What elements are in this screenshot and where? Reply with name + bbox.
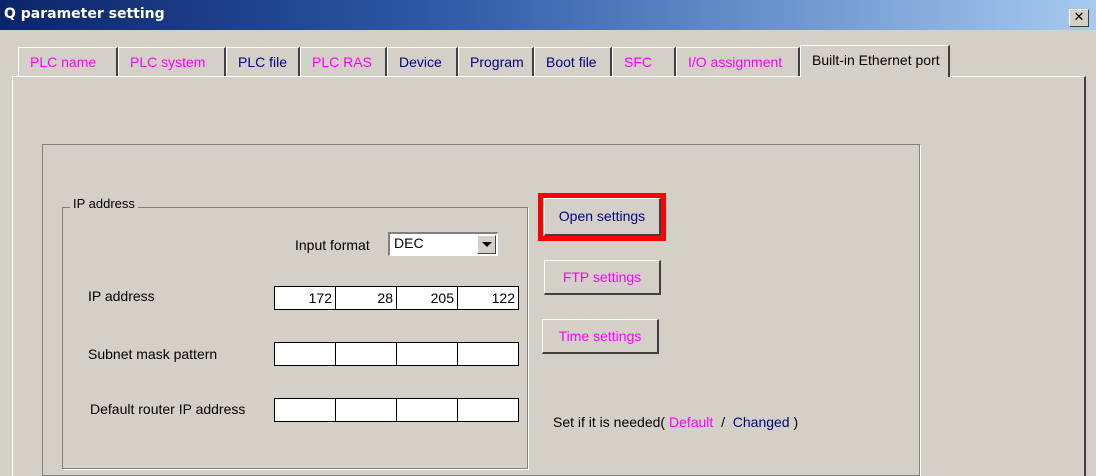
settings-legend: Set if it is needed( Default / Changed )	[553, 414, 798, 430]
tab-boot-file[interactable]: Boot file	[534, 47, 612, 77]
ip-octet-1[interactable]: 172	[274, 286, 336, 310]
tab-device[interactable]: Device	[387, 47, 458, 77]
ip-address-field: 172 28 205 122	[274, 286, 522, 310]
ip-octet-4[interactable]: 122	[457, 286, 519, 310]
window-title: Q parameter setting	[4, 6, 165, 22]
input-format-select[interactable]: DEC	[388, 232, 498, 256]
default-router-label: Default router IP address	[90, 401, 246, 417]
legend-separator: /	[721, 414, 725, 430]
legend-changed: Changed	[732, 414, 790, 430]
legend-default: Default	[668, 414, 714, 430]
chevron-down-icon	[482, 242, 492, 247]
subnet-mask-field	[274, 342, 522, 366]
dropdown-button[interactable]	[477, 235, 496, 254]
subnet-octet-4[interactable]	[457, 342, 519, 366]
router-octet-4[interactable]	[457, 398, 519, 422]
ip-octet-3[interactable]: 205	[396, 286, 458, 310]
subnet-mask-label: Subnet mask pattern	[88, 346, 218, 362]
router-octet-3[interactable]	[396, 398, 458, 422]
ip-address-label: IP address	[88, 288, 155, 304]
tab-built-in-ethernet-port[interactable]: Built-in Ethernet port	[800, 45, 950, 77]
tab-plc-file[interactable]: PLC file	[226, 47, 300, 77]
close-icon: ✕	[1073, 10, 1085, 25]
highlight-box	[538, 193, 666, 241]
subnet-octet-1[interactable]	[274, 342, 336, 366]
input-format-label: Input format	[295, 237, 370, 253]
ftp-settings-button[interactable]: FTP settings	[544, 260, 661, 295]
ip-octet-2[interactable]: 28	[335, 286, 397, 310]
title-bar: Q parameter setting ✕	[0, 0, 1096, 30]
tab-program[interactable]: Program	[458, 47, 534, 77]
tab-io-assignment[interactable]: I/O assignment	[676, 47, 800, 77]
input-format-value: DEC	[394, 235, 424, 251]
time-settings-button[interactable]: Time settings	[542, 319, 659, 354]
legend-suffix: )	[793, 414, 799, 430]
tab-plc-ras[interactable]: PLC RAS	[300, 47, 387, 77]
router-octet-1[interactable]	[274, 398, 336, 422]
tab-plc-name[interactable]: PLC name	[18, 47, 118, 77]
subnet-octet-2[interactable]	[335, 342, 397, 366]
tab-plc-system[interactable]: PLC system	[118, 47, 226, 77]
default-router-field	[274, 398, 522, 422]
close-button[interactable]: ✕	[1069, 9, 1089, 27]
ip-address-group-title: IP address	[70, 196, 138, 211]
tab-sfc[interactable]: SFC	[612, 47, 676, 77]
router-octet-2[interactable]	[335, 398, 397, 422]
legend-prefix: Set if it is needed(	[553, 414, 666, 430]
subnet-octet-3[interactable]	[396, 342, 458, 366]
